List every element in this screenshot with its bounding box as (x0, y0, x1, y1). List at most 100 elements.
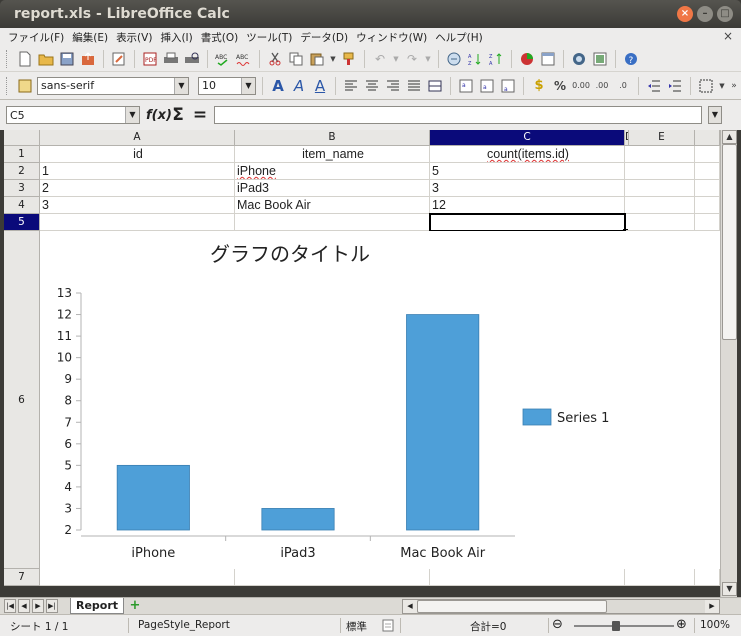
cut-icon[interactable] (266, 50, 284, 68)
zoom-level[interactable]: 100% (700, 619, 730, 631)
bold-icon[interactable]: A (269, 77, 287, 95)
row-header-7[interactable]: 7 (4, 569, 40, 586)
column-header-c[interactable]: C (430, 130, 625, 146)
percent-format-icon[interactable]: % (551, 77, 569, 95)
previous-sheet-icon[interactable]: ◀ (18, 599, 30, 613)
zoom-in-icon[interactable]: ⊕ (676, 617, 687, 632)
scroll-left-icon[interactable]: ◀ (403, 600, 417, 613)
scroll-right-icon[interactable]: ▶ (705, 600, 719, 613)
help-icon[interactable]: ? (622, 50, 640, 68)
sum-icon[interactable]: Σ (170, 105, 186, 125)
justify-icon[interactable] (405, 77, 423, 95)
maximize-window-icon[interactable]: □ (717, 6, 733, 22)
function-icon[interactable]: = (192, 105, 208, 125)
menu-tools[interactable]: ツール(T) (242, 30, 296, 45)
paste-icon[interactable] (308, 50, 326, 68)
select-all-corner[interactable] (4, 130, 40, 146)
undo-dropdown-icon[interactable]: ▼ (392, 50, 400, 68)
column-header-f[interactable] (695, 130, 720, 146)
undo-icon[interactable]: ↶ (371, 50, 389, 68)
add-sheet-icon[interactable]: + (126, 599, 144, 613)
cell-b3[interactable]: iPad3 (235, 180, 430, 197)
cell-a1[interactable]: id (40, 146, 235, 163)
cell-a7[interactable] (40, 569, 235, 586)
redo-dropdown-icon[interactable]: ▼ (424, 50, 432, 68)
new-document-icon[interactable] (16, 50, 34, 68)
cell-c3[interactable]: 3 (430, 180, 625, 197)
next-sheet-icon[interactable]: ▶ (32, 599, 44, 613)
export-pdf-icon[interactable]: PDF (141, 50, 159, 68)
align-middle-icon[interactable]: a (478, 77, 496, 95)
chevron-down-icon[interactable]: ▼ (708, 106, 722, 124)
zoom-out-icon[interactable]: ⊖ (552, 617, 563, 632)
cell-a2[interactable]: 1 (40, 163, 235, 180)
cell-b1[interactable]: item_name (235, 146, 430, 163)
toolbar-overflow-icon[interactable]: » (729, 77, 739, 95)
decrease-indent-icon[interactable] (645, 77, 663, 95)
cell-a5[interactable] (40, 214, 235, 231)
column-header-b[interactable]: B (235, 130, 430, 146)
menu-window[interactable]: ウィンドウ(W) (352, 30, 431, 45)
cell-b4[interactable]: Mac Book Air (235, 197, 430, 214)
cell-c5-selected[interactable] (429, 213, 626, 232)
underline-icon[interactable]: A (311, 77, 329, 95)
increase-indent-icon[interactable] (666, 77, 684, 95)
cell-e5[interactable] (626, 214, 695, 231)
toolbar-grip[interactable] (6, 76, 9, 95)
cell-a4[interactable]: 3 (40, 197, 235, 214)
vertical-scrollbar[interactable]: ▲ ▼ (720, 130, 737, 597)
insert-chart-icon[interactable] (518, 50, 536, 68)
selection-sum[interactable]: 合計=0 (470, 619, 506, 634)
number-format-icon[interactable]: 0.00 (572, 77, 590, 95)
cell-a3[interactable]: 2 (40, 180, 235, 197)
cell-f2[interactable] (695, 163, 720, 180)
cell-f7[interactable] (695, 569, 720, 586)
menu-data[interactable]: データ(D) (296, 30, 352, 45)
row-header-4[interactable]: 4 (4, 197, 40, 214)
cell-f3[interactable] (695, 180, 720, 197)
row-header-5[interactable]: 5 (4, 214, 40, 231)
cell-c4[interactable]: 12 (430, 197, 625, 214)
merge-cells-icon[interactable] (426, 77, 444, 95)
close-window-icon[interactable]: × (677, 6, 693, 22)
hyperlink-icon[interactable] (445, 50, 463, 68)
chevron-down-icon[interactable]: ▼ (174, 77, 188, 94)
formula-input[interactable] (214, 106, 702, 124)
row-header-3[interactable]: 3 (4, 180, 40, 197)
insert-mode[interactable]: 標準 (346, 619, 367, 634)
column-header-e[interactable]: E (629, 130, 695, 146)
spellcheck-icon[interactable]: ABC (214, 50, 232, 68)
horizontal-scrollbar[interactable]: ◀ ▶ (402, 599, 720, 614)
function-wizard-icon[interactable]: f(x) (146, 108, 172, 123)
cell-e2[interactable] (625, 163, 695, 180)
scroll-down-icon[interactable]: ▼ (722, 582, 737, 596)
cell-f1[interactable] (695, 146, 720, 163)
first-sheet-icon[interactable]: |◀ (4, 599, 16, 613)
menu-edit[interactable]: 編集(E) (68, 30, 112, 45)
last-sheet-icon[interactable]: ▶| (46, 599, 58, 613)
menu-insert[interactable]: 挿入(I) (156, 30, 196, 45)
cell-f4[interactable] (695, 197, 720, 214)
redo-icon[interactable]: ↷ (403, 50, 421, 68)
row-header-6[interactable]: 6 (4, 231, 40, 569)
cell-e7[interactable] (625, 569, 695, 586)
spreadsheet-grid[interactable]: A B C D E 1 2 3 4 5 6 7 8 id item_name c… (4, 130, 720, 586)
name-box[interactable]: C5 ▼ (6, 106, 140, 124)
toolbar-grip[interactable] (6, 49, 9, 68)
embedded-chart[interactable]: グラフのタイトル 2 3 4 5 6 7 8 9 10 11 12 13 iPhone iPad3 Mac B… (40, 231, 720, 569)
autospellcheck-icon[interactable]: ABC (235, 50, 253, 68)
align-top-icon[interactable]: a (457, 77, 475, 95)
cell-b2[interactable]: iPhone (235, 163, 430, 180)
zoom-slider-thumb[interactable] (612, 621, 620, 631)
cell-b5[interactable] (235, 214, 430, 231)
cell-e1[interactable] (625, 146, 695, 163)
close-document-icon[interactable]: × (723, 29, 733, 43)
align-right-icon[interactable] (384, 77, 402, 95)
save-icon[interactable] (58, 50, 76, 68)
menu-file[interactable]: ファイル(F) (4, 30, 68, 45)
cell-c7[interactable] (430, 569, 625, 586)
add-decimal-icon[interactable]: .00 (593, 77, 611, 95)
export-icon[interactable] (79, 50, 97, 68)
borders-icon[interactable] (697, 77, 715, 95)
cell-c1[interactable]: count(items.id) (430, 146, 625, 163)
